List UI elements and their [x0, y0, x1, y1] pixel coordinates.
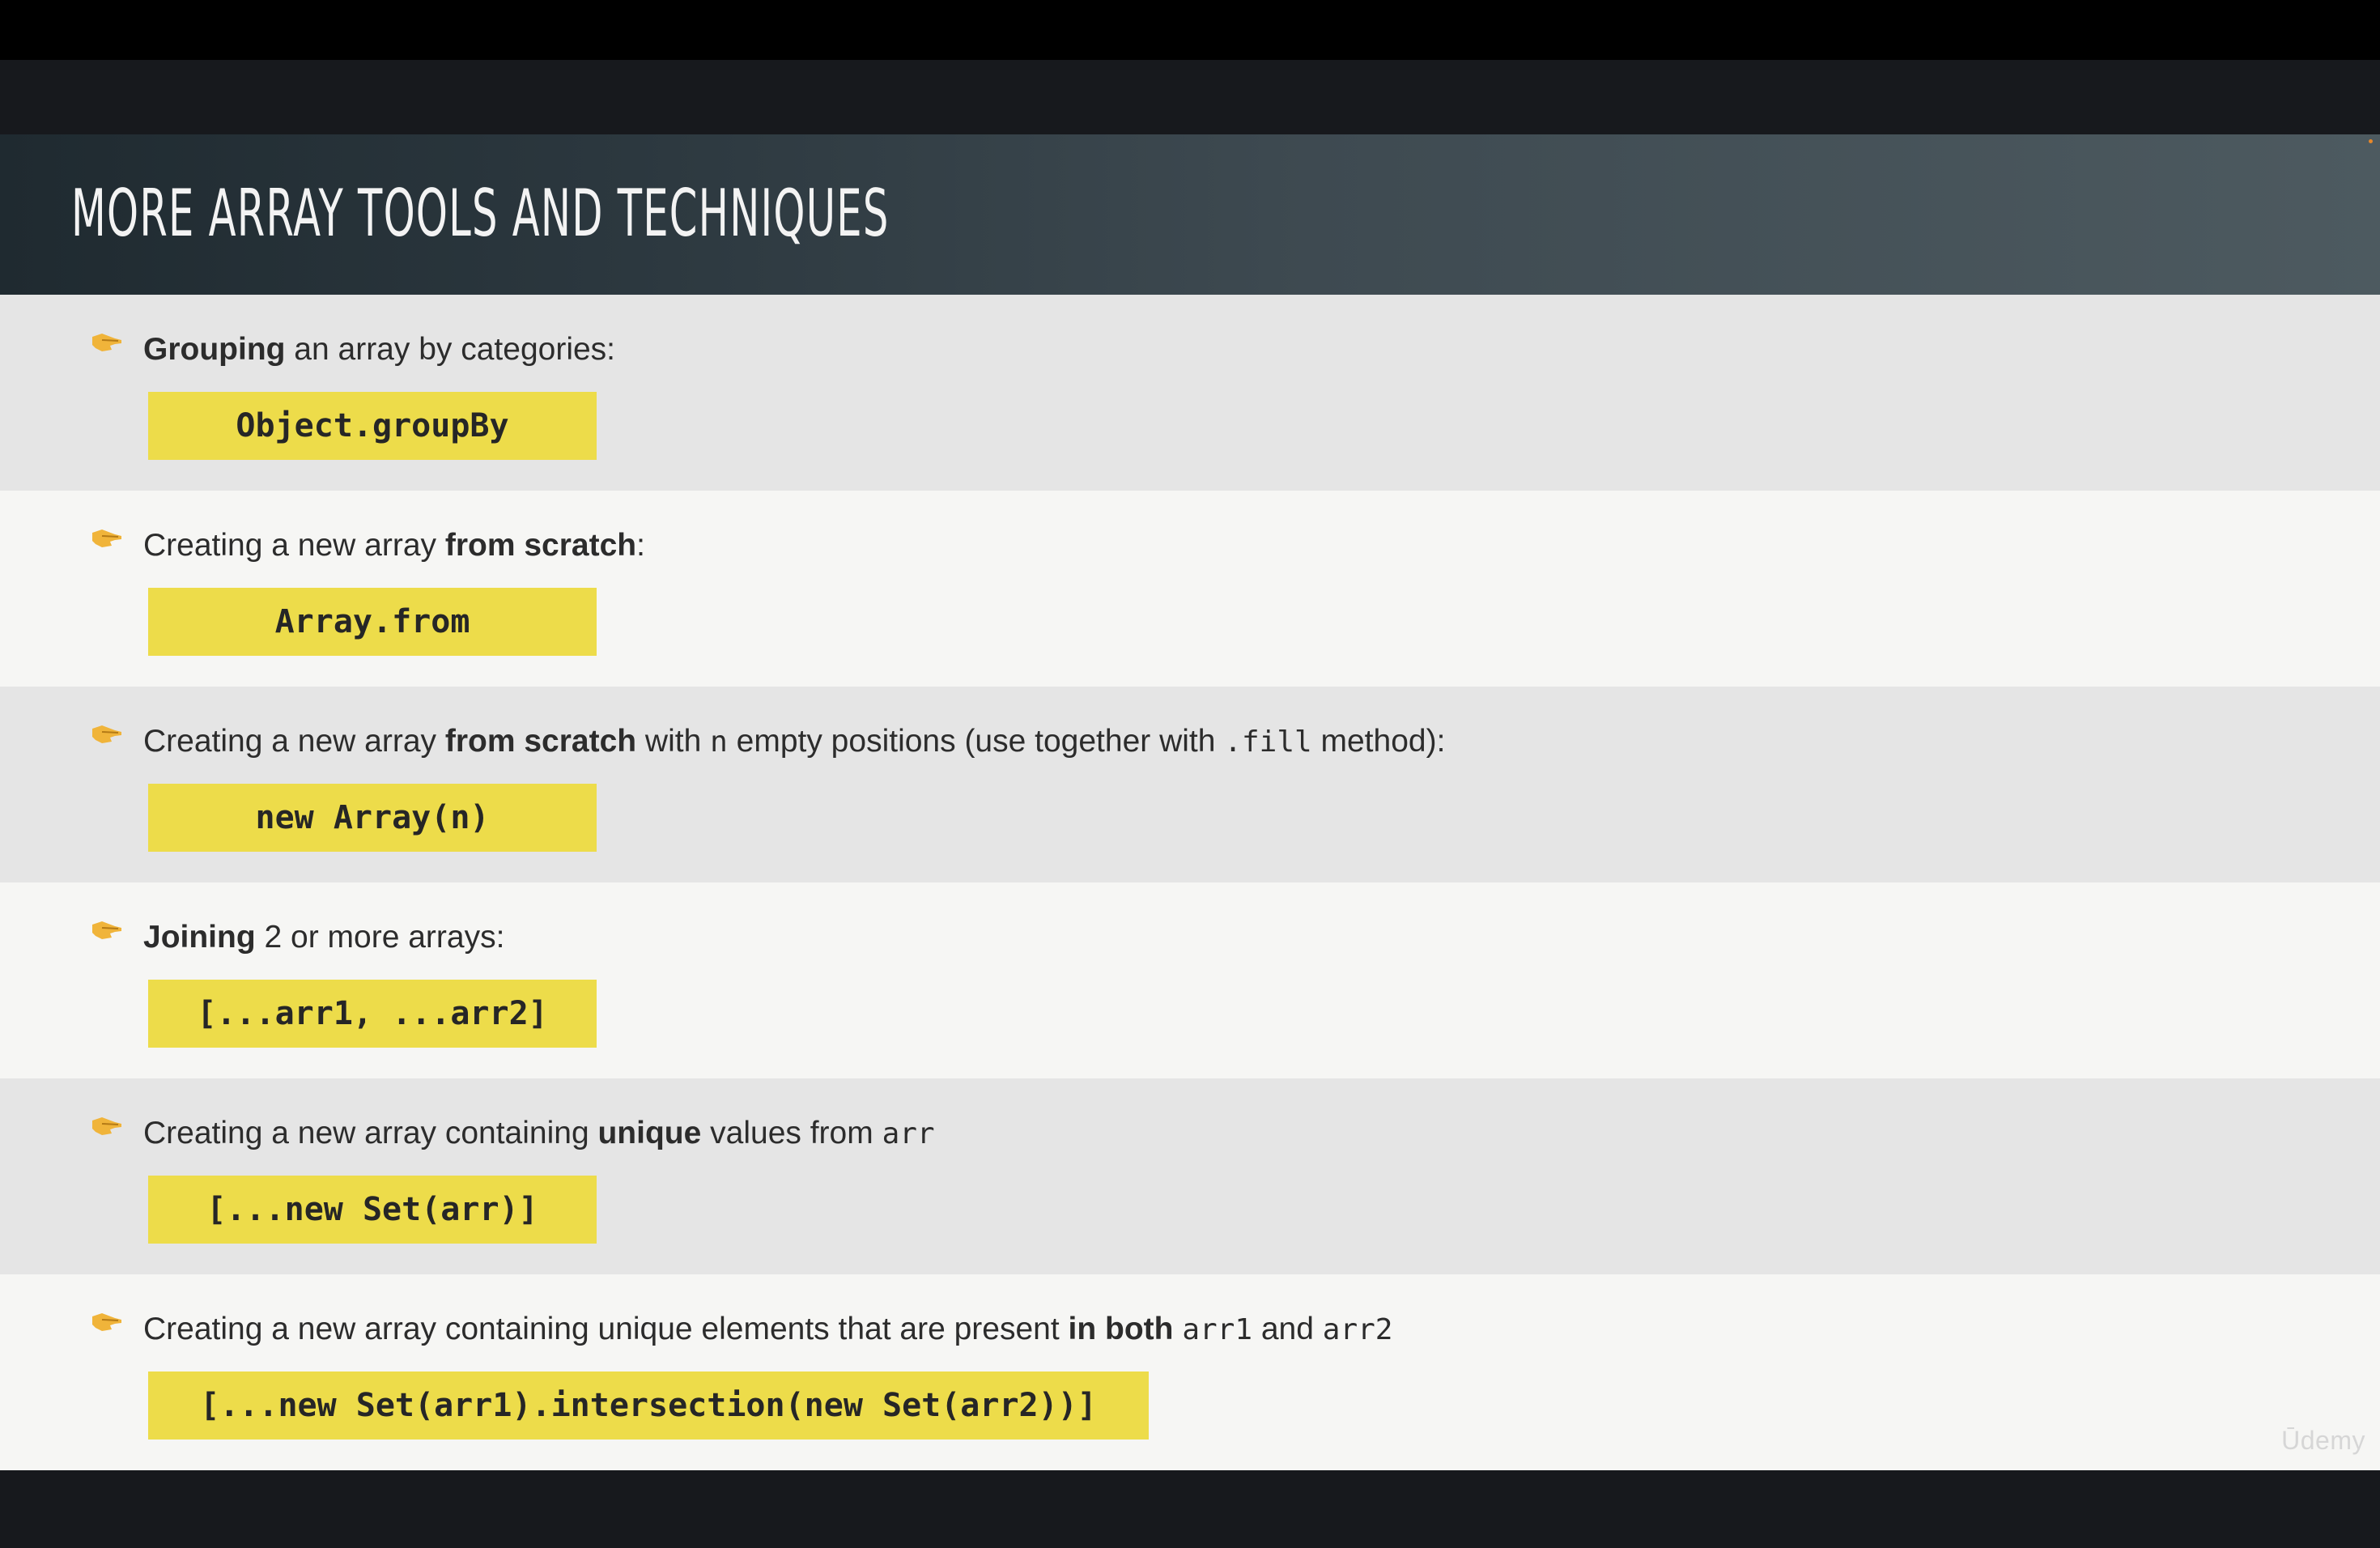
bullet-text: Joining 2 or more arrays: [143, 920, 504, 955]
text-run: and [1252, 1312, 1323, 1346]
video-top-bar [0, 0, 2380, 60]
pointing-hand-icon [92, 1117, 121, 1135]
list-item: Creating a new array containing unique e… [0, 1274, 2380, 1470]
bold-text: Grouping [143, 332, 286, 367]
text-run: empty positions (use together with [727, 724, 1225, 759]
pointing-hand-icon [92, 921, 121, 939]
text-run: 2 or more arrays: [255, 920, 505, 955]
text-run: Creating a new array [143, 528, 445, 563]
text-run: Creating a new array containing unique e… [143, 1312, 1069, 1346]
slide-header: MORE ARRAY TOOLS AND TECHNIQUES [0, 134, 2380, 295]
bold-text: from scratch [444, 528, 637, 563]
bullet-text: Creating a new array from scratch: [143, 528, 645, 563]
list-item: Creating a new array from scratch with n… [0, 687, 2380, 882]
list-item: Grouping an array by categories: Object.… [0, 295, 2380, 491]
inline-code: .fill [1224, 725, 1312, 759]
inline-code: arr2 [1322, 1313, 1393, 1346]
list-item: Joining 2 or more arrays: [...arr1, ...a… [0, 882, 2380, 1078]
text-run: Creating a new array [143, 724, 445, 759]
text-run: Creating a new array containing [143, 1116, 598, 1150]
bold-text: unique [597, 1116, 702, 1150]
code-snippet: new Array(n) [148, 784, 597, 852]
text-run: : [636, 528, 645, 563]
bold-text: in both [1068, 1312, 1174, 1346]
bullet-text: Creating a new array containing unique v… [143, 1116, 935, 1152]
slide-title: MORE ARRAY TOOLS AND TECHNIQUES [71, 176, 890, 251]
inline-code: arr1 [1182, 1313, 1253, 1346]
slide: MORE ARRAY TOOLS AND TECHNIQUES Grouping… [0, 134, 2380, 1474]
pointing-hand-icon [92, 1313, 121, 1331]
code-snippet: Object.groupBy [148, 392, 597, 460]
list-item: Creating a new array from scratch: Array… [0, 491, 2380, 687]
text-run: method): [1311, 724, 1446, 759]
inline-code: n [710, 725, 728, 759]
bold-text: from scratch [444, 724, 637, 759]
bullet-text: Grouping an array by categories: [143, 332, 615, 368]
text-run: an array by categories: [285, 332, 616, 367]
header-dot [2369, 139, 2373, 143]
inline-code: arr [882, 1117, 935, 1150]
bullet-list: Grouping an array by categories: Object.… [0, 295, 2380, 1470]
code-snippet: [...new Set(arr)] [148, 1176, 597, 1244]
pointing-hand-icon [92, 529, 121, 547]
pointing-hand-icon [92, 725, 121, 743]
code-snippet: [...new Set(arr1).intersection(new Set(a… [148, 1372, 1149, 1440]
text-run: with [636, 724, 711, 759]
udemy-watermark: Ūdemy [2281, 1426, 2365, 1455]
text-run [1173, 1312, 1182, 1346]
text-run: values from [701, 1116, 882, 1150]
bold-text: Joining [143, 920, 256, 955]
bullet-text: Creating a new array containing unique e… [143, 1312, 1392, 1348]
code-snippet: Array.from [148, 588, 597, 656]
bullet-text: Creating a new array from scratch with n… [143, 724, 1445, 760]
list-item: Creating a new array containing unique v… [0, 1078, 2380, 1274]
pointing-hand-icon [92, 334, 121, 351]
code-snippet: [...arr1, ...arr2] [148, 980, 597, 1048]
